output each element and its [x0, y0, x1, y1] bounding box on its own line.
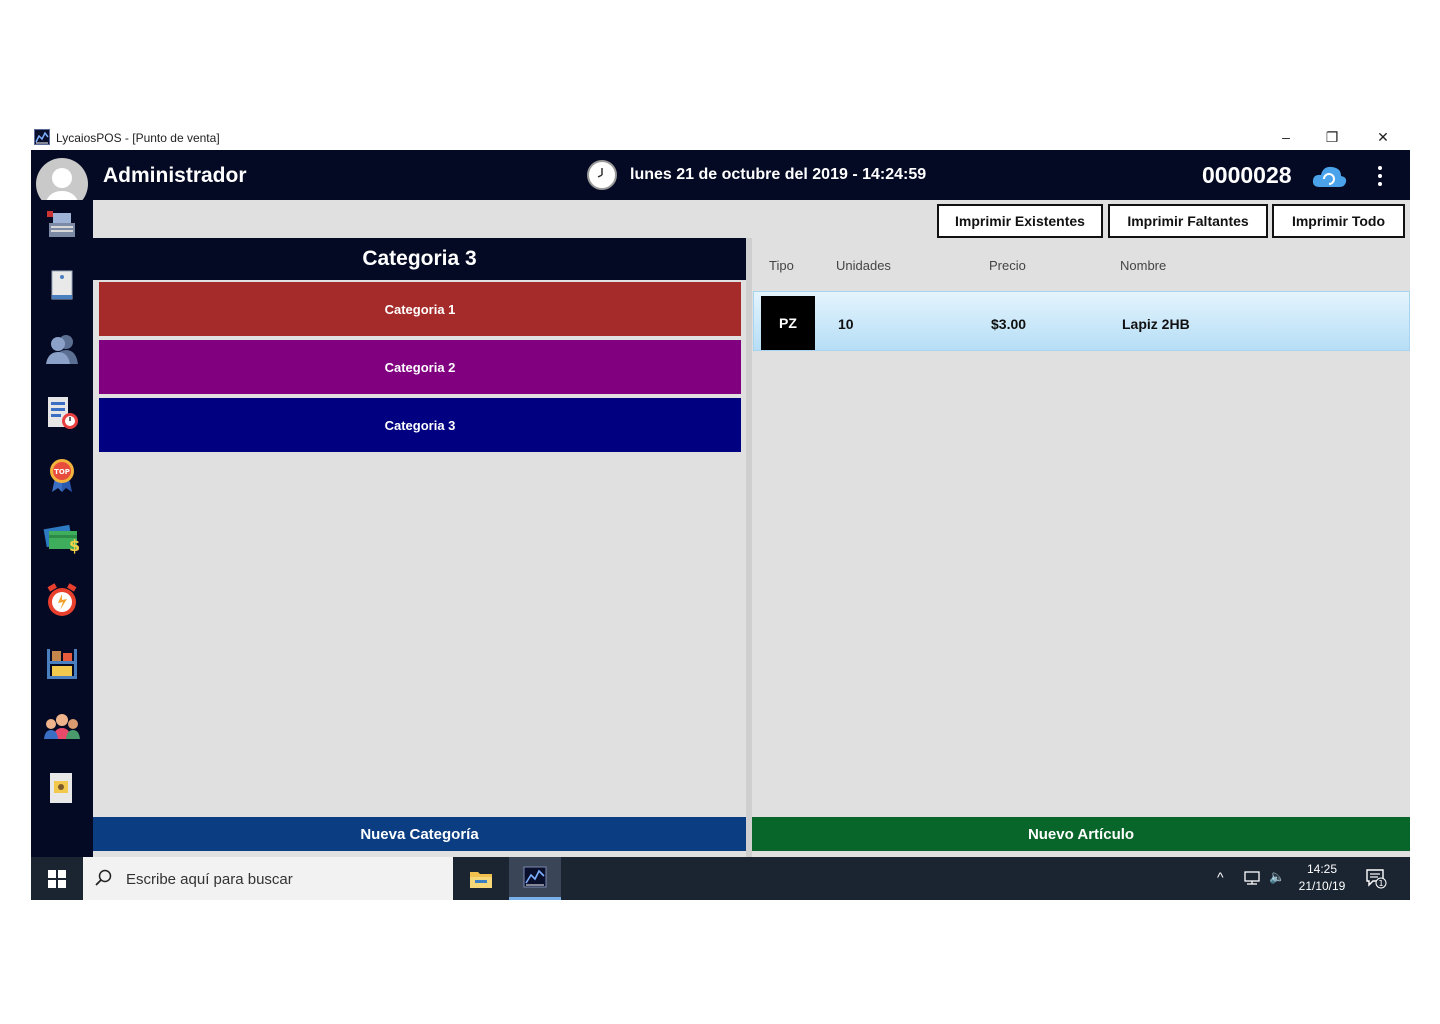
name-cell: Lapiz 2HB [1122, 316, 1190, 332]
app-logo-icon [34, 129, 50, 145]
new-article-button[interactable]: Nuevo Artículo [752, 817, 1410, 851]
cloud-sync-icon[interactable] [1311, 163, 1347, 189]
inventory-shelf-icon[interactable] [42, 644, 82, 684]
top-badge-icon[interactable]: TOP [42, 456, 82, 496]
report-clock-icon[interactable] [42, 393, 82, 433]
taskbar: Escribe aquí para buscar ^ 🔈 14:25 21/10… [31, 857, 1410, 900]
price-cell: $3.00 [991, 316, 1027, 332]
close-button[interactable]: ✕ [1360, 124, 1406, 150]
main-content: Imprimir Existentes Imprimir Faltantes I… [93, 200, 1410, 857]
tray-date: 21/10/19 [1298, 879, 1346, 893]
notification-count: 1 [1378, 879, 1383, 888]
minimize-button[interactable]: – [1263, 124, 1309, 150]
more-options-icon[interactable] [1371, 162, 1389, 190]
category-button-3[interactable]: Categoria 3 [99, 398, 741, 452]
column-header-unidades[interactable]: Unidades [836, 258, 891, 273]
network-icon[interactable] [1243, 870, 1261, 886]
unit-type-badge: PZ [761, 296, 815, 350]
notebook-icon[interactable] [42, 266, 82, 306]
print-existing-button[interactable]: Imprimir Existentes [937, 204, 1103, 238]
tray-chevron-up-icon[interactable]: ^ [1217, 869, 1224, 885]
svg-text:TOP: TOP [54, 468, 70, 476]
window-title: LycaiosPOS - [Punto de venta] [56, 131, 220, 145]
search-placeholder: Escribe aquí para buscar [126, 871, 293, 888]
tray-time: 14:25 [1306, 862, 1338, 876]
restore-button[interactable]: ❐ [1309, 124, 1355, 150]
print-all-button[interactable]: Imprimir Todo [1272, 204, 1405, 238]
app-header: Administrador lunes 21 de octubre del 20… [31, 150, 1410, 210]
team-icon[interactable] [42, 706, 82, 746]
money-icon[interactable]: $ [42, 518, 82, 558]
app-window: LycaiosPOS - [Punto de venta] – ❐ ✕ Admi… [31, 124, 1410, 900]
sidebar: TOP $ [31, 200, 93, 857]
lycaiospos-taskbar-icon[interactable] [509, 857, 561, 900]
settings-card-icon[interactable] [42, 768, 82, 808]
volume-icon[interactable]: 🔈 [1269, 869, 1285, 885]
print-missing-button[interactable]: Imprimir Faltantes [1108, 204, 1268, 238]
alarm-clock-icon[interactable] [42, 580, 82, 620]
users-icon[interactable] [42, 329, 82, 369]
notification-center-icon[interactable]: 1 [1365, 867, 1387, 889]
window-titlebar[interactable]: LycaiosPOS - [Punto de venta] – ❐ ✕ [31, 124, 1410, 150]
category-button-1[interactable]: Categoria 1 [99, 282, 741, 336]
start-button[interactable] [31, 857, 83, 900]
tray-clock[interactable]: 14:25 21/10/19 [1293, 861, 1351, 895]
new-category-button[interactable]: Nueva Categoría [93, 817, 746, 851]
category-button-2[interactable]: Categoria 2 [99, 340, 741, 394]
current-datetime: lunes 21 de octubre del 2019 - 14:24:59 [630, 166, 927, 183]
taskbar-search-input[interactable]: Escribe aquí para buscar [83, 857, 453, 900]
column-header-tipo[interactable]: Tipo [769, 258, 794, 273]
column-header-nombre[interactable]: Nombre [1120, 258, 1166, 273]
cash-register-icon[interactable] [42, 204, 82, 244]
search-icon [95, 869, 112, 886]
ticket-number: 0000028 [1202, 162, 1292, 188]
column-header-precio[interactable]: Precio [989, 258, 1026, 273]
units-cell: 10 [838, 316, 854, 332]
clock-icon [587, 160, 617, 190]
file-explorer-icon[interactable] [455, 857, 507, 900]
user-name: Administrador [103, 164, 247, 187]
panel-divider [746, 238, 752, 857]
table-row[interactable]: PZ 10 $3.00 Lapiz 2HB [753, 291, 1410, 351]
windows-logo-icon [48, 869, 66, 888]
svg-text:$: $ [69, 536, 80, 555]
selected-category-title: Categoria 3 [93, 238, 746, 280]
